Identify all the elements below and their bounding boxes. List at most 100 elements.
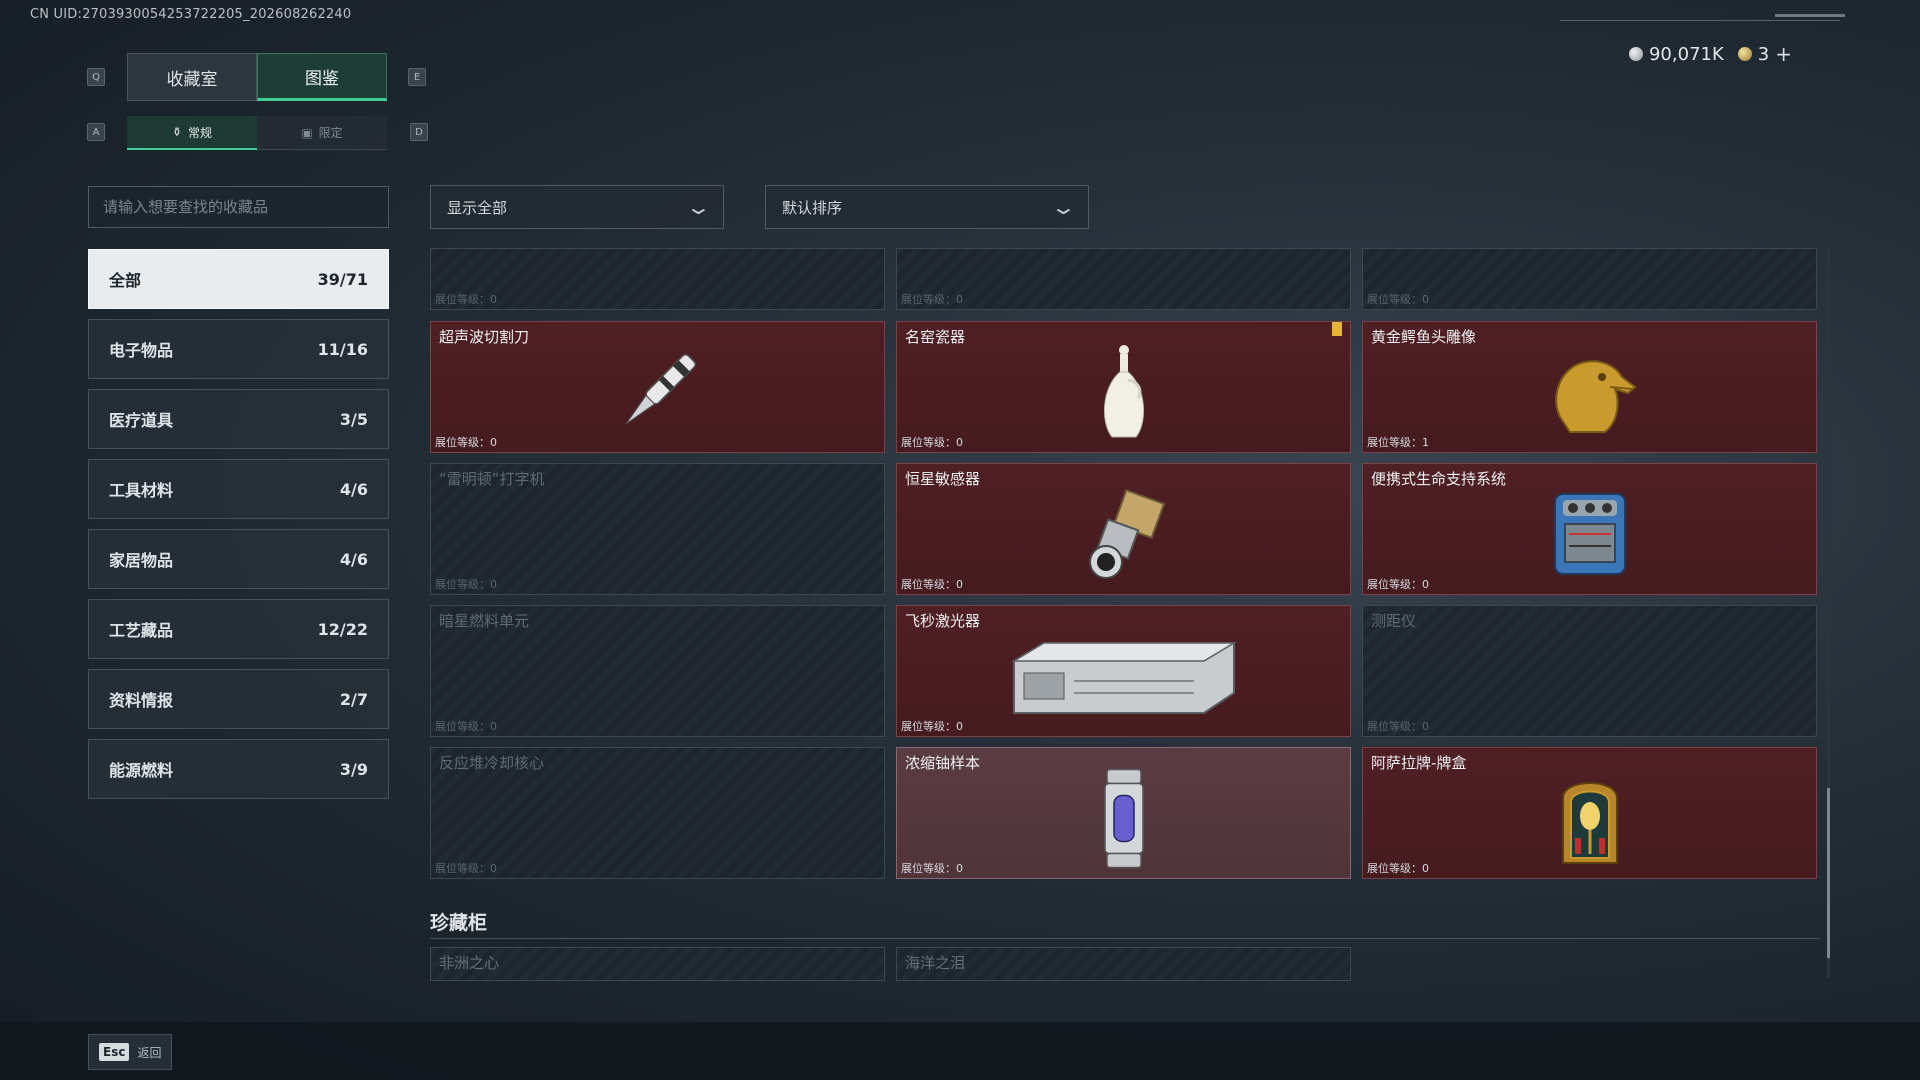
item-name: 反应堆冷却核心 xyxy=(439,754,545,772)
collection-card[interactable]: 便携式生命支持系统 展位等级：0 xyxy=(1362,463,1817,595)
uranium-sample-icon xyxy=(1099,765,1149,874)
category-count: 39/71 xyxy=(317,269,368,289)
tab-catalog[interactable]: 图鉴 xyxy=(257,53,387,101)
collection-card[interactable]: 恒星敏感器 展位等级：0 xyxy=(896,463,1351,595)
subtab-limited-label: 限定 xyxy=(318,126,343,140)
category-label: 全部 xyxy=(109,271,142,290)
collection-card[interactable]: 飞秒激光器 展位等级：0 xyxy=(896,605,1351,737)
item-name: 恒星敏感器 xyxy=(905,470,981,488)
item-name: 黄金鳄鱼头雕像 xyxy=(1371,328,1477,346)
back-button[interactable]: Esc 返回 xyxy=(88,1034,173,1070)
key-hint-q: Q xyxy=(87,68,105,86)
new-marker-icon xyxy=(1332,322,1342,336)
search-box xyxy=(88,186,389,228)
category-count: 11/16 xyxy=(317,339,368,359)
booth-level: 展位等级：0 xyxy=(901,720,963,733)
collection-card[interactable]: “雷明顿”打字机 展位等级：0 xyxy=(430,463,885,595)
tab-collection-room[interactable]: 收藏室 xyxy=(127,53,257,101)
main-tabs: 收藏室 图鉴 xyxy=(127,53,387,101)
coin-amount: 90,071K xyxy=(1648,43,1724,65)
category-intel[interactable]: 资料情报 2/7 xyxy=(88,669,389,729)
category-label: 能源燃料 xyxy=(109,761,174,780)
collection-card[interactable]: 展位等级：0 xyxy=(1362,248,1817,310)
category-label: 电子物品 xyxy=(109,341,174,360)
booth-level: 展位等级：0 xyxy=(435,720,497,733)
uid-label: CN UID:27039300542537222​05_202608262240 xyxy=(30,7,352,22)
sub-tabs: ⚱ 常规 ▣ 限定 xyxy=(127,116,387,150)
sort-dropdown-value: 默认排序 xyxy=(782,198,843,217)
category-crafts[interactable]: 工艺藏品 12/22 xyxy=(88,599,389,659)
add-token-button[interactable]: + xyxy=(1775,42,1792,66)
collection-card[interactable]: 名窑瓷器 展位等级：0 xyxy=(896,321,1351,453)
category-tools[interactable]: 工具材料 4/6 xyxy=(88,459,389,519)
femtosecond-laser-icon xyxy=(1004,631,1244,725)
category-count: 3/5 xyxy=(339,409,368,429)
footer-bar xyxy=(0,1022,1920,1080)
category-count: 3/9 xyxy=(339,759,368,779)
collection-card[interactable]: 测距仪 展位等级：0 xyxy=(1362,605,1817,737)
collection-card[interactable]: 反应堆冷却核心 展位等级：0 xyxy=(430,747,885,879)
subtab-limited[interactable]: ▣ 限定 xyxy=(257,116,387,150)
life-support-system-icon xyxy=(1545,484,1635,588)
item-name: 测距仪 xyxy=(1371,612,1417,630)
booth-level: 展位等级：0 xyxy=(1367,862,1429,875)
key-hint-e: E xyxy=(408,68,426,86)
category-label: 医疗道具 xyxy=(109,411,174,430)
category-count: 12/22 xyxy=(317,619,368,639)
category-list: 全部 39/71 电子物品 11/16 医疗道具 3/5 工具材料 4/6 家居… xyxy=(88,249,389,809)
coin-balance: 90,071K xyxy=(1628,43,1724,65)
booth-level: 展位等级：0 xyxy=(1367,293,1429,306)
booth-level: 展位等级：0 xyxy=(435,862,497,875)
collection-card[interactable]: 阿萨拉牌-牌盒 展位等级：0 xyxy=(1362,747,1817,879)
token-icon xyxy=(1737,47,1752,61)
category-electronics[interactable]: 电子物品 11/16 xyxy=(88,319,389,379)
search-input[interactable] xyxy=(103,198,388,216)
collection-card[interactable]: 浓缩铀样本 展位等级：0 xyxy=(896,747,1351,879)
category-label: 资料情报 xyxy=(109,691,174,710)
cabinet-item[interactable]: 非洲之心 xyxy=(430,947,885,981)
collection-card[interactable]: 展位等级：0 xyxy=(896,248,1351,310)
item-name: 飞秒激光器 xyxy=(905,612,981,630)
picture-icon: ▣ xyxy=(301,125,313,140)
collection-card[interactable]: 超声波切割刀 展位等级：0 xyxy=(430,321,885,453)
back-label: 返回 xyxy=(137,1045,162,1060)
collection-card[interactable]: 展位等级：0 xyxy=(430,248,885,310)
currency-bar: 90,071K 3 + xyxy=(1628,42,1792,66)
booth-level: 展位等级：0 xyxy=(435,578,497,591)
filter-dropdown[interactable]: 显示全部 ⌄ xyxy=(430,185,724,229)
category-medical[interactable]: 医疗道具 3/5 xyxy=(88,389,389,449)
collection-card[interactable]: 黄金鳄鱼头雕像 展位等级：1 xyxy=(1362,321,1817,453)
booth-level: 展位等级：0 xyxy=(435,293,497,306)
booth-level: 展位等级：0 xyxy=(901,578,963,591)
category-all[interactable]: 全部 39/71 xyxy=(88,249,389,309)
item-name: “雷明顿”打字机 xyxy=(439,470,545,488)
token-balance: 3 + xyxy=(1737,42,1792,66)
booth-level: 展位等级：1 xyxy=(1367,436,1429,449)
category-count: 2/7 xyxy=(339,689,368,709)
booth-level: 展位等级：0 xyxy=(901,293,963,306)
gold-crocodile-statue-icon xyxy=(1540,347,1640,441)
subtab-regular[interactable]: ⚱ 常规 xyxy=(127,116,257,150)
item-name: 便携式生命支持系统 xyxy=(1371,470,1507,488)
ultrasonic-cutter-icon xyxy=(603,337,713,451)
category-energy[interactable]: 能源燃料 3/9 xyxy=(88,739,389,799)
cabinet-item[interactable]: 海洋之泪 xyxy=(896,947,1351,981)
star-sensor-icon xyxy=(1074,484,1174,588)
scrollbar-thumb[interactable] xyxy=(1827,788,1830,958)
booth-level: 展位等级：0 xyxy=(901,862,963,875)
cabinet-section-title: 珍藏柜 xyxy=(430,912,488,934)
chevron-down-icon: ⌄ xyxy=(685,195,713,219)
item-name: 超声波切割刀 xyxy=(439,328,530,346)
category-household[interactable]: 家居物品 4/6 xyxy=(88,529,389,589)
collection-card[interactable]: 暗星燃料单元 展位等级：0 xyxy=(430,605,885,737)
booth-level: 展位等级：0 xyxy=(435,436,497,449)
card-box-icon xyxy=(1555,768,1625,872)
booth-level: 展位等级：0 xyxy=(1367,720,1429,733)
grid-scrollbar[interactable] xyxy=(1827,248,1830,978)
category-label: 工具材料 xyxy=(109,481,174,500)
sort-dropdown[interactable]: 默认排序 ⌄ xyxy=(765,185,1089,229)
booth-level: 展位等级：0 xyxy=(1367,578,1429,591)
item-name: 阿萨拉牌-牌盒 xyxy=(1371,754,1467,772)
section-divider xyxy=(430,938,1820,939)
chevron-down-icon: ⌄ xyxy=(1050,195,1078,219)
